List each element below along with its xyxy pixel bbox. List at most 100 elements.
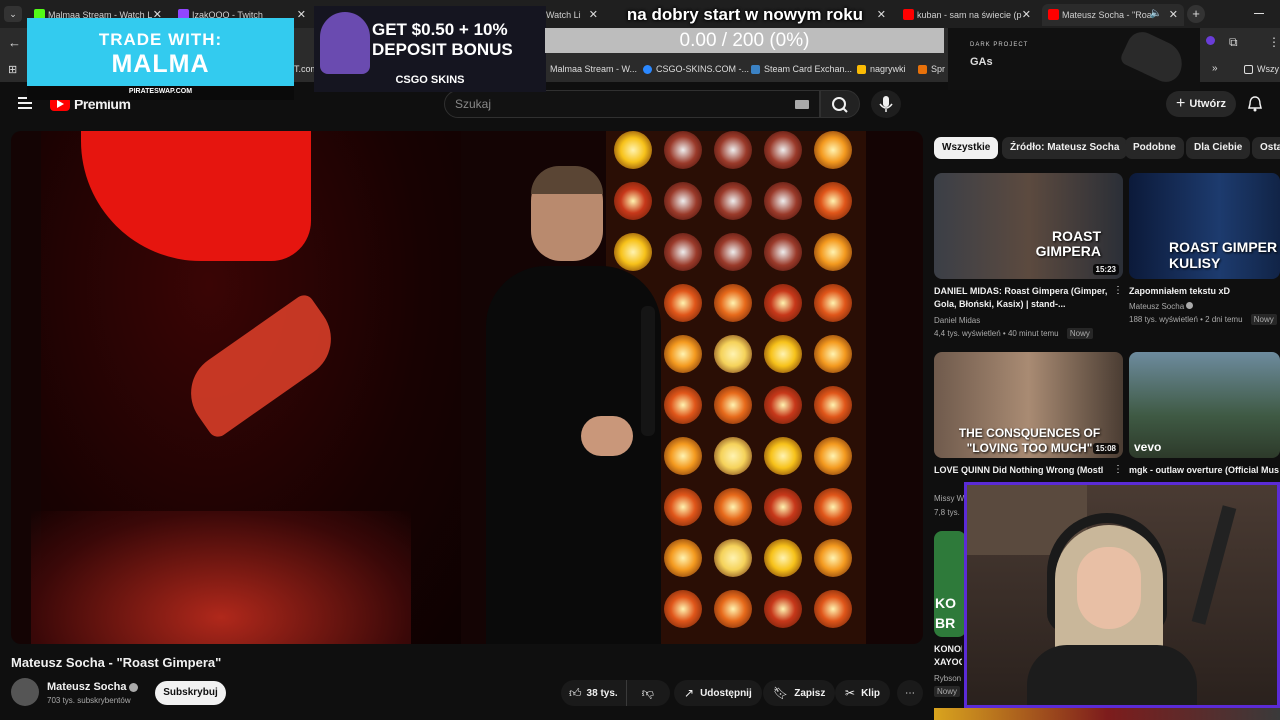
clip-button[interactable]: ✂ Klip bbox=[835, 680, 890, 706]
save-button[interactable]: 🔖︎ Zapisz bbox=[763, 680, 836, 706]
video-player[interactable] bbox=[11, 131, 923, 644]
video-duration: 15:08 bbox=[1092, 443, 1119, 454]
stage-light bbox=[714, 386, 752, 424]
close-tab-icon[interactable]: ✕ bbox=[297, 8, 306, 21]
share-label: Udostępnij bbox=[700, 687, 752, 699]
share-button[interactable]: ↗ Udostępnij bbox=[674, 680, 762, 706]
dislike-button[interactable]: 👎︎ bbox=[633, 686, 663, 701]
chip-recent[interactable]: Osta bbox=[1252, 137, 1280, 159]
stage-light bbox=[764, 131, 802, 169]
video-channel[interactable]: Mateusz Socha bbox=[1129, 301, 1194, 313]
mascot-icon bbox=[320, 12, 370, 74]
bookmark-spr[interactable]: Spr bbox=[918, 64, 945, 74]
bookmark-nagrywki[interactable]: nagrywki bbox=[857, 64, 906, 74]
tab-search-icon[interactable]: ⌄ bbox=[4, 6, 22, 22]
search-button[interactable] bbox=[820, 90, 860, 118]
donation-goal-title: na dobry start w nowym roku bbox=[626, 5, 864, 24]
profile-icon[interactable]: ⋮ bbox=[1268, 35, 1280, 49]
video-menu-icon[interactable]: ⋮ bbox=[1113, 464, 1123, 475]
chip-related[interactable]: Podobne bbox=[1125, 137, 1184, 159]
bookmark-label: CSGO-SKINS.COM -... bbox=[656, 64, 750, 74]
tab-mateusz-socha[interactable]: Mateusz Socha - "Roa 🔈 ✕ bbox=[1042, 4, 1184, 26]
donation-goal-progress: 0.00 / 200 (0%) bbox=[679, 30, 810, 51]
bookmark-icon: 🔖︎ bbox=[773, 686, 789, 700]
stage-light bbox=[814, 284, 852, 322]
video-channel[interactable]: Rybson bbox=[934, 673, 961, 685]
stage-light bbox=[764, 233, 802, 271]
stage-light bbox=[764, 590, 802, 628]
channel-label: Mateusz Socha bbox=[1129, 302, 1185, 311]
extensions-puzzle-icon[interactable]: ⧉ bbox=[1229, 35, 1238, 50]
chip-for-you[interactable]: Dla Ciebie bbox=[1186, 137, 1251, 159]
video-channel[interactable]: Missy W bbox=[934, 493, 964, 505]
bookmark-malmaa[interactable]: Malmaa Stream - W... bbox=[550, 64, 637, 74]
stage-light bbox=[814, 386, 852, 424]
vevo-logo: vevo bbox=[1134, 440, 1162, 454]
close-tab-icon[interactable]: ✕ bbox=[1169, 8, 1178, 21]
stage-light bbox=[814, 233, 852, 271]
chip-all[interactable]: Wszystkie bbox=[934, 137, 999, 159]
streamer-face bbox=[1077, 547, 1141, 629]
bookmark-label: Steam Card Exchan... bbox=[764, 64, 853, 74]
subscribe-button[interactable]: Subskrybuj bbox=[155, 681, 226, 705]
video-channel[interactable]: Daniel Midas bbox=[934, 315, 980, 327]
video-thumbnail[interactable]: ROAST GIMPERA 15:23 bbox=[934, 173, 1123, 279]
video-thumbnail[interactable]: ROAST GIMPER KULISY bbox=[1129, 173, 1280, 279]
create-button[interactable]: + Utwórz bbox=[1166, 91, 1236, 117]
stage-light bbox=[814, 131, 852, 169]
close-tab-icon[interactable]: ✕ bbox=[1022, 8, 1031, 21]
chip-source[interactable]: Źródło: Mateusz Socha bbox=[1002, 137, 1128, 159]
video-title-link[interactable]: mgk - outlaw overture (Official Mus bbox=[1129, 464, 1280, 477]
thumbnail-text: ROAST GIMPER KULISY bbox=[1169, 239, 1278, 271]
video-menu-icon[interactable]: ⋮ bbox=[1113, 285, 1123, 296]
apps-icon[interactable]: ⊞ bbox=[8, 63, 17, 76]
video-duration: 15:23 bbox=[1092, 264, 1119, 275]
stage-light bbox=[714, 590, 752, 628]
stage-light bbox=[814, 437, 852, 475]
minimize-icon[interactable] bbox=[1254, 13, 1264, 14]
stage-light bbox=[814, 488, 852, 526]
extension-icon[interactable] bbox=[1206, 36, 1215, 45]
like-button[interactable]: 👍︎ 38 tys. bbox=[561, 680, 627, 706]
subscriber-count: 703 tys. subskrybentów bbox=[47, 696, 131, 705]
bookmark-label: Spr bbox=[931, 64, 946, 74]
stage-light bbox=[814, 539, 852, 577]
search-icon bbox=[832, 97, 848, 113]
video-thumbnail[interactable]: THE CONSQUENCES OF "LOVING TOO MUCH" 15:… bbox=[934, 352, 1123, 458]
voice-search-button[interactable] bbox=[871, 90, 901, 118]
spr-icon bbox=[918, 64, 927, 74]
dark-project-label: DARK PROJECT bbox=[970, 42, 1029, 48]
notifications-bell-icon[interactable] bbox=[1248, 96, 1262, 112]
scissors-icon: ✂ bbox=[845, 686, 856, 700]
malma-line1: TRADE WITH: bbox=[98, 30, 223, 49]
channel-name[interactable]: Mateusz Socha bbox=[47, 681, 139, 693]
back-icon[interactable]: ← bbox=[8, 35, 21, 50]
keyboard-icon[interactable] bbox=[795, 100, 809, 109]
csgo-line1: GET $0.50 + 10% bbox=[372, 20, 508, 39]
stage-light bbox=[764, 437, 802, 475]
video-title-link[interactable]: LOVE QUINN Did Nothing Wrong (Mostl bbox=[934, 464, 1110, 477]
search-input[interactable]: Szukaj bbox=[444, 90, 820, 118]
video-thumbnail[interactable]: KO BR bbox=[934, 531, 966, 637]
bookmark-csgo-skins[interactable]: CSGO-SKINS.COM -... bbox=[643, 64, 749, 74]
video-title-link[interactable]: Zapomniałem tekstu xD bbox=[1129, 285, 1279, 298]
bookmark-steam-card[interactable]: Steam Card Exchan... bbox=[751, 64, 852, 74]
video-title-link[interactable]: KONOF XAYOC bbox=[934, 643, 962, 669]
bookmark-all[interactable]: Wszy bbox=[1244, 64, 1279, 74]
more-bookmarks-icon[interactable]: » bbox=[1212, 63, 1218, 74]
malma-sponsor-banner: TRADE WITH: MALMA PIRATESWAP.COM bbox=[27, 18, 294, 100]
new-tab-icon[interactable]: + bbox=[1187, 5, 1205, 23]
malma-line2: MALMA bbox=[111, 50, 210, 78]
channel-avatar[interactable] bbox=[11, 678, 39, 706]
more-actions-button[interactable]: ⋯ bbox=[897, 680, 923, 706]
performer-silhouette bbox=[461, 166, 691, 644]
new-badge: Nowy bbox=[934, 686, 961, 697]
audio-icon[interactable]: 🔈 bbox=[1150, 8, 1162, 19]
bookmark-label: Wszy bbox=[1257, 64, 1279, 74]
video-meta: 188 tys. wyświetleń • 2 dni temu Nowy bbox=[1129, 314, 1277, 326]
verified-icon bbox=[1186, 302, 1194, 309]
create-label: Utwórz bbox=[1189, 98, 1226, 110]
stage-light bbox=[814, 182, 852, 220]
video-thumbnail[interactable]: vevo bbox=[1129, 352, 1280, 458]
video-title-link[interactable]: DANIEL MIDAS: Roast Gimpera (Gimper, Gol… bbox=[934, 285, 1110, 311]
